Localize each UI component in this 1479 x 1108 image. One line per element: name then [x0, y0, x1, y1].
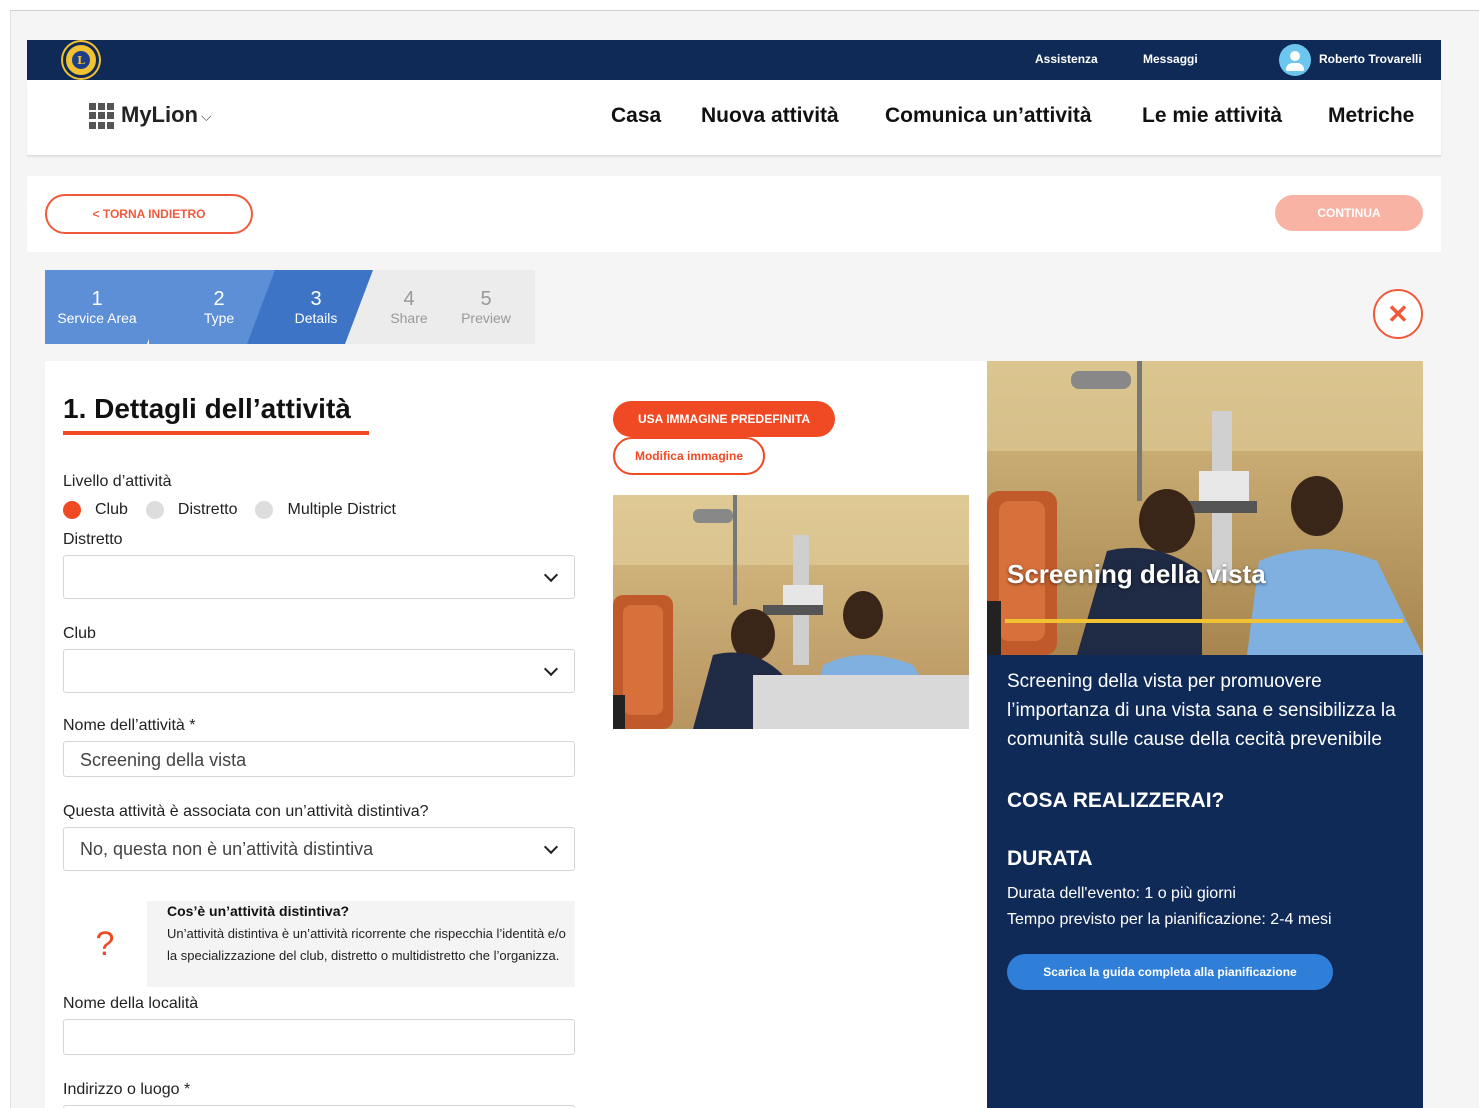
brand-name[interactable]: MyLion [121, 102, 198, 128]
chevron-down-icon[interactable]: ⌵ [201, 108, 212, 125]
main-nav: MyLion ⌵ Casa Nuova attività Comunica un… [27, 80, 1441, 156]
modify-image-button[interactable]: Modifica immagine [613, 437, 765, 475]
club-select[interactable] [63, 649, 575, 693]
messages-link[interactable]: Messaggi [1143, 52, 1198, 66]
user-avatar-icon[interactable] [1279, 44, 1311, 76]
continue-button[interactable]: CONTINUA [1275, 195, 1423, 231]
nav-item-my-activities[interactable]: Le mie attività [1142, 104, 1282, 128]
preview-planning-time: Tempo previsto per la pianificazione: 2-… [1007, 911, 1332, 928]
activity-name-input[interactable]: Screening della vista [63, 741, 575, 777]
assistance-link[interactable]: Assistenza [1035, 52, 1098, 66]
location-label: Nome della località [63, 995, 199, 1012]
district-select[interactable] [63, 555, 575, 599]
radio-district[interactable] [145, 501, 164, 519]
use-default-image-button[interactable]: USA IMMAGINE PREDEFINITA [613, 401, 835, 437]
info-title: Cos’è un’attività distintiva? [167, 903, 350, 919]
chevron-down-icon [543, 567, 559, 583]
nav-item-new-activity[interactable]: Nuova attività [701, 104, 839, 128]
app-window: L Assistenza Messaggi Roberto Trovarelli… [10, 10, 1479, 1108]
logo-letter: L [72, 51, 90, 69]
signature-label: Questa attività è associata con un’attiv… [63, 803, 429, 820]
radio-district-label[interactable]: Distretto [178, 501, 238, 519]
activity-details-form: 1. Dettagli dell’attività Livello d’atti… [45, 361, 993, 1108]
district-label: Distretto [63, 531, 123, 548]
radio-club-label[interactable]: Club [95, 501, 128, 519]
nav-item-home[interactable]: Casa [611, 104, 661, 128]
location-input[interactable] [63, 1019, 575, 1055]
chevron-down-icon [543, 661, 559, 677]
preview-description: Screening della vista per promuovere l’i… [1007, 671, 1396, 750]
close-icon[interactable]: ✕ [1373, 289, 1423, 339]
preview-image [987, 361, 1423, 655]
level-label: Livello d’attività [63, 473, 172, 490]
back-button[interactable]: < TORNA INDIETRO [45, 194, 253, 234]
signature-select[interactable]: No, questa non è un’attività distintiva [63, 827, 575, 871]
progress-stepper: 5 Preview 4 Share 3 Details 2 Type 1 Ser… [45, 270, 535, 344]
question-icon: ? [63, 901, 147, 987]
nav-item-metrics[interactable]: Metriche [1328, 104, 1414, 128]
title-underline [63, 431, 369, 435]
top-bar: L Assistenza Messaggi Roberto Trovarelli [27, 40, 1441, 80]
radio-club[interactable] [63, 501, 81, 519]
activity-preview-card: Screening della vista Screening della vi… [987, 361, 1423, 1108]
signature-info-box: ? Cos’è un’attività distintiva? Un’attiv… [63, 901, 575, 987]
activity-image [613, 495, 969, 729]
action-bar: < TORNA INDIETRO CONTINUA [27, 176, 1441, 252]
info-text: Un’attività distintiva è un’attività ric… [167, 926, 566, 963]
form-title: 1. Dettagli dell’attività [63, 393, 351, 424]
apps-grid-icon[interactable] [89, 103, 115, 129]
nav-item-communicate[interactable]: Comunica un’attività [885, 104, 1092, 128]
level-radio-group: Club Distretto Multiple District [63, 501, 414, 519]
download-guide-button[interactable]: Scarica la guida completa alla pianifica… [1007, 954, 1333, 990]
lions-logo-icon[interactable]: L [63, 42, 99, 78]
club-label: Club [63, 625, 96, 642]
radio-multiple-district[interactable] [255, 501, 274, 519]
preview-heading-duration: DURATA [1007, 847, 1093, 870]
radio-multiple-district-label[interactable]: Multiple District [287, 501, 395, 519]
preview-title-underline [1005, 619, 1403, 623]
preview-event-duration: Durata dell'evento: 1 o più giorni [1007, 885, 1236, 902]
chevron-down-icon [543, 839, 559, 855]
address-label: Indirizzo o luogo * [63, 1081, 191, 1098]
preview-title: Screening della vista [1007, 559, 1266, 589]
preview-heading-achieve: COSA REALIZZERAI? [1007, 789, 1225, 812]
activity-name-label: Nome dell’attività * [63, 717, 196, 734]
user-name[interactable]: Roberto Trovarelli [1319, 52, 1422, 66]
